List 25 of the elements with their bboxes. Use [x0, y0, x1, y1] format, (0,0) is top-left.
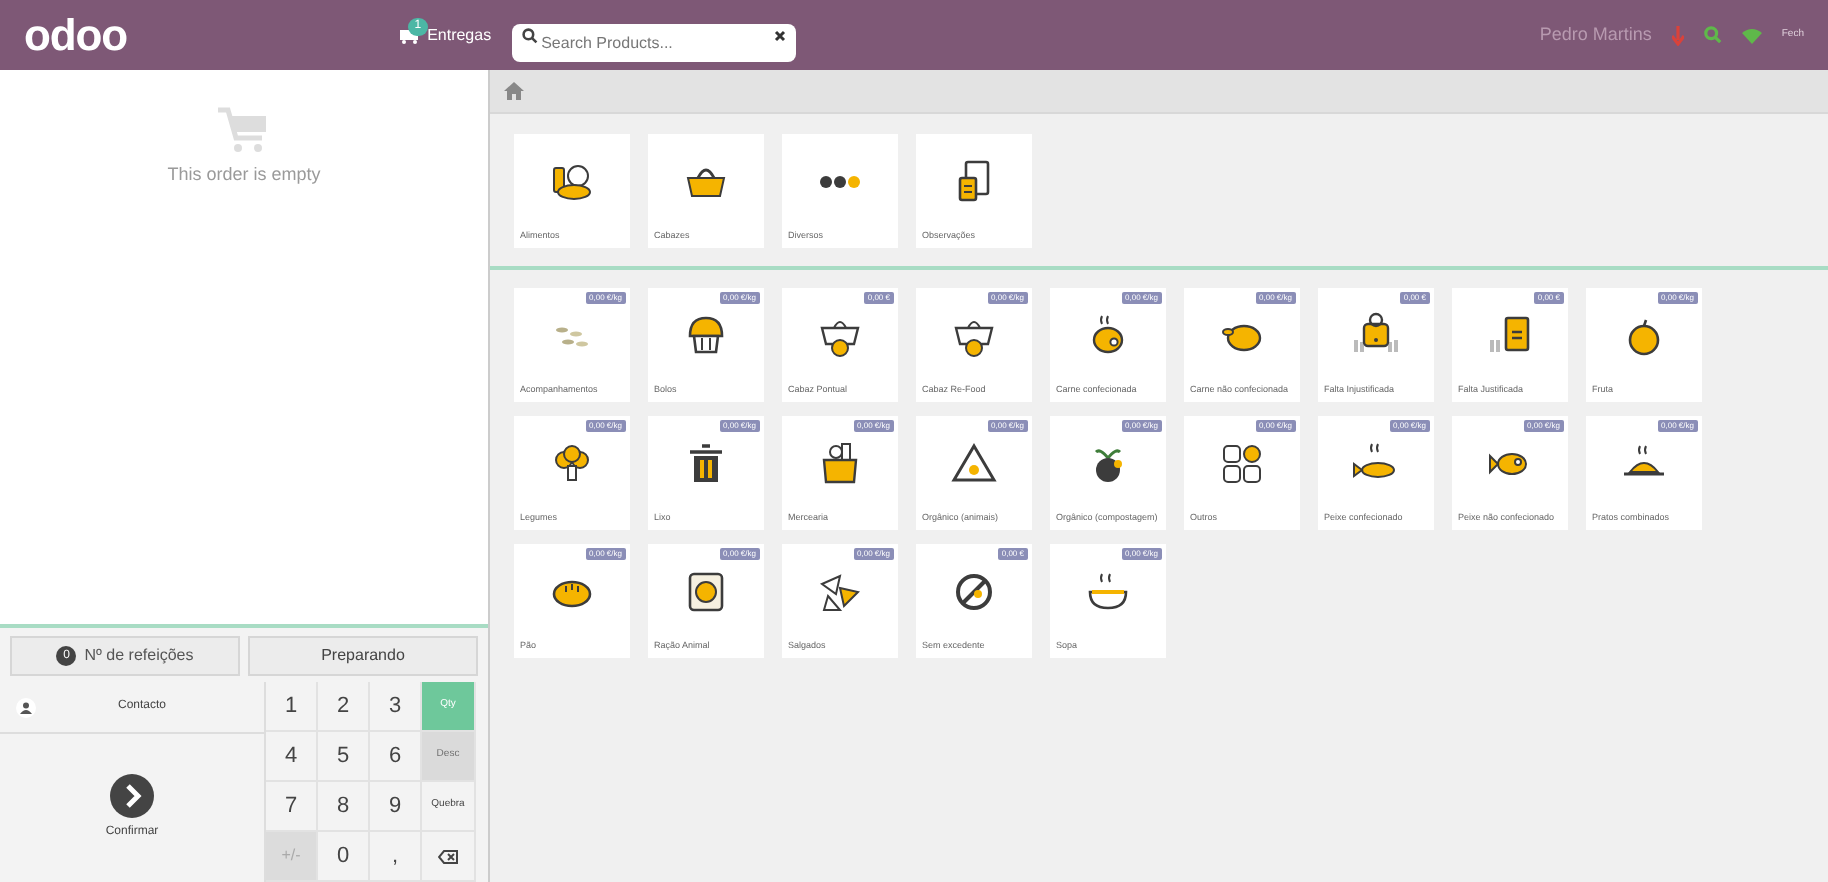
number-key[interactable]: , — [370, 832, 422, 882]
search-icon[interactable] — [1703, 26, 1722, 44]
home-icon[interactable] — [504, 82, 524, 100]
preparing-button[interactable]: Preparando — [248, 636, 478, 676]
warning-triangle-icon — [950, 439, 998, 487]
number-key[interactable]: 2 — [318, 682, 370, 732]
empty-order-message: This order is empty — [167, 162, 321, 188]
cart-icon — [218, 106, 270, 154]
dots-icon — [816, 175, 864, 187]
number-key[interactable]: 0 — [318, 832, 370, 882]
clear-icon[interactable] — [773, 29, 786, 41]
logo: odoo — [24, 8, 128, 64]
grid-icon — [1218, 439, 1266, 487]
backspace-key[interactable] — [422, 832, 476, 882]
search-icon — [521, 27, 538, 43]
search-field[interactable]: Search Products... — [511, 24, 796, 62]
backspace-icon — [438, 849, 458, 863]
number-key[interactable]: 4 — [266, 732, 318, 782]
person-icon — [20, 701, 32, 713]
number-key[interactable]: 5 — [318, 732, 370, 782]
number-key[interactable]: 1 — [266, 682, 318, 732]
button-label: Nº de refeições — [84, 644, 194, 668]
wifi-icon — [1741, 27, 1762, 43]
number-key[interactable]: 8 — [318, 782, 370, 832]
number-key[interactable]: 9 — [370, 782, 422, 832]
